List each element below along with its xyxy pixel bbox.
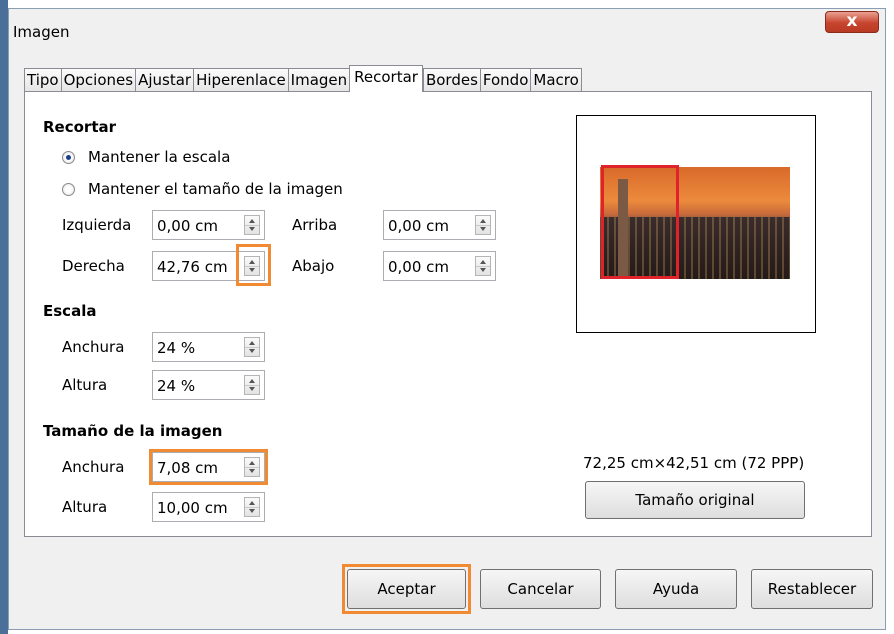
scale-width-value: 24 % xyxy=(157,339,196,357)
tab-hiperenlace[interactable]: Hiperenlace xyxy=(193,68,288,92)
scale-height-value: 24 % xyxy=(157,377,196,395)
crop-bottom-spinner[interactable] xyxy=(475,256,491,276)
crop-left-label: Izquierda xyxy=(62,216,132,234)
reset-button[interactable]: Restablecer xyxy=(751,569,873,609)
scale-height-field[interactable]: 24 % xyxy=(152,370,265,400)
crop-bottom-value: 0,00 cm xyxy=(388,258,450,276)
scale-header: Escala xyxy=(43,302,97,320)
crop-left-value: 0,00 cm xyxy=(157,217,219,235)
original-size-info: 72,25 cm×42,51 cm (72 PPP) xyxy=(583,454,805,472)
cancel-button[interactable]: Cancelar xyxy=(480,569,601,609)
keep-scale-radio[interactable] xyxy=(62,151,75,164)
tab-fondo[interactable]: Fondo xyxy=(479,68,531,92)
window-title: Imagen xyxy=(13,23,70,41)
size-height-spinner[interactable] xyxy=(244,497,260,517)
tab-bordes[interactable]: Bordes xyxy=(422,68,480,92)
keep-size-label: Mantener el tamaño de la imagen xyxy=(88,180,343,198)
close-icon: x xyxy=(846,11,858,31)
size-height-label: Altura xyxy=(62,498,108,516)
tab-opciones[interactable]: Opciones xyxy=(60,68,136,92)
crop-right-value: 42,76 cm xyxy=(157,258,228,276)
width-field-highlight xyxy=(149,449,268,485)
tab-imagen[interactable]: Imagen xyxy=(287,68,350,92)
title-bar: Imagen x xyxy=(9,9,885,51)
scale-height-spinner[interactable] xyxy=(244,375,260,395)
close-button[interactable]: x xyxy=(825,11,879,33)
keep-scale-label: Mantener la escala xyxy=(88,148,231,166)
scale-width-field[interactable]: 24 % xyxy=(152,332,265,362)
crop-right-label: Derecha xyxy=(62,257,125,275)
scale-width-spinner[interactable] xyxy=(244,337,260,357)
tab-tipo[interactable]: Tipo xyxy=(24,68,61,92)
crop-bottom-label: Abajo xyxy=(292,257,335,275)
crop-top-value: 0,00 cm xyxy=(388,217,450,235)
crop-top-label: Arriba xyxy=(292,216,338,234)
original-size-button[interactable]: Tamaño original xyxy=(585,481,805,519)
crop-header: Recortar xyxy=(43,118,117,136)
help-button[interactable]: Ayuda xyxy=(615,569,737,609)
crop-top-spinner[interactable] xyxy=(475,215,491,235)
ok-button-highlight xyxy=(342,564,471,614)
keep-size-radio[interactable] xyxy=(62,183,75,196)
crop-top-field[interactable]: 0,00 cm xyxy=(383,210,496,240)
tab-macro[interactable]: Macro xyxy=(530,68,582,92)
size-height-field[interactable]: 10,00 cm xyxy=(152,492,265,522)
crop-bottom-field[interactable]: 0,00 cm xyxy=(383,251,496,281)
tab-ajustar[interactable]: Ajustar xyxy=(135,68,194,92)
window-edge xyxy=(0,0,8,634)
image-size-header: Tamaño de la imagen xyxy=(43,422,223,440)
scale-width-label: Anchura xyxy=(62,338,125,356)
crop-left-spinner[interactable] xyxy=(244,215,260,235)
tab-strip: Tipo Opciones Ajustar Hiperenlace Imagen… xyxy=(24,65,582,92)
crop-frame xyxy=(601,165,679,279)
scale-height-label: Altura xyxy=(62,376,108,394)
crop-left-field[interactable]: 0,00 cm xyxy=(152,210,265,240)
size-height-value: 10,00 cm xyxy=(157,499,228,517)
tab-recortar[interactable]: Recortar xyxy=(349,65,423,92)
size-width-label: Anchura xyxy=(62,458,125,476)
spinner-highlight xyxy=(236,244,271,286)
